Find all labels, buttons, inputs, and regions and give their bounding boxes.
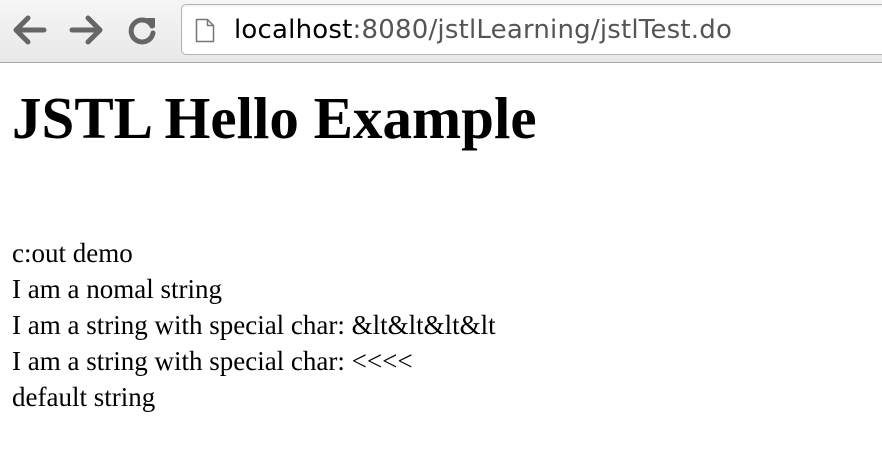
reload-button[interactable] bbox=[124, 12, 160, 48]
browser-toolbar: localhost:8080/jstlLearning/jstlTest.do bbox=[0, 0, 882, 63]
address-bar[interactable]: localhost:8080/jstlLearning/jstlTest.do bbox=[181, 4, 882, 55]
reload-icon bbox=[128, 17, 156, 45]
url-text[interactable]: localhost:8080/jstlLearning/jstlTest.do bbox=[234, 15, 732, 45]
output-line-unescaped-string: I am a string with special char: <<<< bbox=[12, 346, 413, 376]
output-lines: c:out demo I am a nomal string I am a st… bbox=[12, 235, 496, 415]
page-title: JSTL Hello Example bbox=[12, 85, 537, 151]
back-button[interactable] bbox=[12, 12, 48, 48]
url-path: :8080/jstlLearning/jstlTest.do bbox=[352, 15, 733, 45]
back-arrow-icon bbox=[13, 15, 47, 45]
forward-button[interactable] bbox=[68, 12, 104, 48]
forward-arrow-icon bbox=[69, 15, 103, 45]
page-document-icon bbox=[195, 18, 215, 43]
output-line-normal-string: I am a nomal string bbox=[12, 274, 222, 304]
output-line-escaped-string: I am a string with special char: &lt&lt&… bbox=[12, 310, 496, 340]
output-line-cout-demo: c:out demo bbox=[12, 238, 133, 268]
url-host: localhost bbox=[234, 15, 353, 45]
output-line-default-string: default string bbox=[12, 382, 156, 412]
